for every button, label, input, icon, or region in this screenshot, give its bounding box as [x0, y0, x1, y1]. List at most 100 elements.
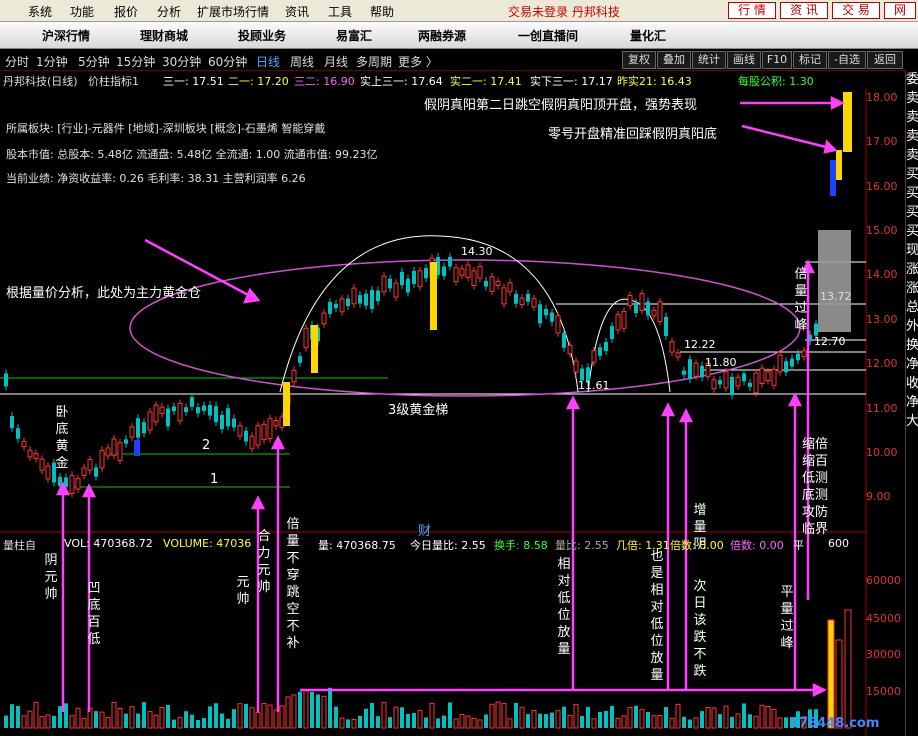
candle-body	[453, 267, 459, 283]
volume-bar	[748, 714, 752, 728]
candle-body	[675, 352, 681, 358]
volume-bar	[538, 713, 542, 728]
volume-bar	[214, 703, 218, 728]
volume-bar	[237, 703, 243, 729]
candle-body	[393, 282, 399, 298]
volume-bar	[321, 695, 327, 729]
volume-bar	[364, 708, 368, 728]
annotation-ladder: 3级黄金梯	[388, 403, 449, 418]
candle-gold-3	[430, 262, 437, 330]
volume-bar	[675, 703, 681, 729]
price-tick-18: 18.00	[866, 91, 898, 104]
price-tick-12: 12.00	[866, 357, 898, 370]
volume-bar	[334, 706, 338, 728]
candle-body	[177, 402, 183, 422]
annotation-suobei: 缩倍缩百低测底测攻防临界	[801, 437, 828, 537]
volume-bar	[58, 706, 62, 728]
candle-body	[748, 382, 752, 387]
volume-bar	[184, 711, 188, 728]
candle-body	[226, 408, 230, 427]
volume-bar	[634, 705, 638, 728]
candle-body	[129, 426, 135, 438]
volume-bar	[573, 703, 579, 729]
volume-bar	[45, 714, 51, 729]
volume-bar	[664, 706, 668, 728]
candle-body	[555, 315, 561, 334]
candle-body	[237, 425, 243, 437]
annotation-beiliang: 倍量不穿跳空不补	[286, 517, 300, 651]
candle-body	[531, 298, 537, 308]
volume-bar	[105, 717, 111, 729]
candle-gold-1	[283, 382, 290, 426]
volume-bar	[117, 707, 123, 729]
volume-bar-large	[827, 619, 835, 729]
candle-body	[550, 312, 554, 322]
main-force-ellipse	[129, 259, 801, 397]
side-label: 净	[906, 357, 918, 372]
side-label: 卖	[906, 91, 918, 106]
volume-bar	[711, 707, 717, 729]
volume-bar	[765, 705, 771, 729]
vol-tick-30000: 30000	[866, 648, 901, 661]
volume-bar	[177, 716, 183, 729]
candle-body	[4, 373, 8, 387]
annotation-ciri: 次日该跌不跌	[693, 579, 707, 679]
candle-body	[657, 301, 663, 323]
volume-bar	[159, 706, 165, 729]
candle-body	[489, 276, 495, 292]
candle-body	[646, 301, 650, 316]
price-tick-14: 14.00	[866, 268, 898, 281]
volume-bar	[705, 707, 711, 729]
volume-bar	[202, 718, 206, 728]
label-1430: 14.30	[461, 245, 493, 258]
candle-body	[771, 368, 777, 386]
candle-body	[346, 298, 350, 307]
volume-bar	[718, 714, 722, 728]
candle-body	[700, 365, 704, 378]
candle-body	[723, 371, 729, 389]
volume-bar	[166, 705, 170, 728]
candle-body	[111, 438, 117, 456]
side-label: 涨	[906, 281, 918, 296]
volume-bar	[682, 716, 686, 728]
candle-body	[639, 293, 645, 311]
volume-bar	[328, 687, 332, 728]
candle-body	[417, 270, 423, 288]
volume-bar	[153, 714, 159, 729]
candle-body	[459, 268, 465, 276]
volume-bar	[267, 704, 273, 729]
candle-body	[573, 360, 579, 373]
candle-blue-2	[134, 440, 140, 456]
annotation-top2: 零号开盘精准回踩假阴真阳底	[548, 127, 718, 142]
volume-bar	[453, 718, 459, 729]
volume-bar	[598, 711, 602, 728]
candle-body	[196, 407, 200, 414]
liangbi-value: 量比: 2.55	[555, 539, 609, 552]
candle-body	[711, 379, 717, 390]
volume-bar	[784, 717, 788, 728]
label-1222: 12.22	[684, 338, 716, 351]
volume-bar	[700, 711, 704, 728]
candle-body	[784, 361, 788, 373]
volume-bar	[298, 691, 302, 728]
candle-gold-4	[843, 92, 852, 152]
volume-bar	[99, 711, 105, 729]
candle-body	[412, 270, 416, 284]
volume-bar	[220, 713, 224, 728]
volume-bar	[471, 717, 477, 729]
candle-body	[172, 406, 176, 412]
candle-body	[471, 270, 477, 286]
candle-body	[244, 430, 248, 442]
volume-bar	[771, 708, 777, 729]
candle-gold-2	[311, 325, 318, 373]
annotation-yuanshuai: 元帅	[236, 575, 250, 607]
volume-panel-label: 量柱自	[3, 539, 36, 552]
volume-bar	[75, 707, 81, 729]
candle-body	[81, 467, 87, 476]
side-label: 换	[906, 338, 918, 353]
volume-bar	[501, 703, 507, 729]
price-tick-9: 9.00	[866, 490, 891, 503]
beishu-value: 倍数: 0.00	[670, 539, 724, 552]
side-label: 外	[906, 319, 918, 334]
candle-body	[796, 353, 800, 361]
